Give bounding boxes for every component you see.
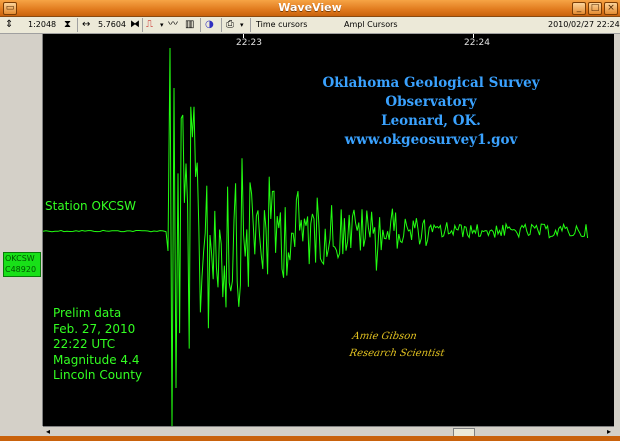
signature: Amie Gibson Research Scientist: [348, 328, 449, 362]
station-id: C48920: [5, 265, 37, 274]
filter-icon[interactable]: ⎍: [146, 19, 153, 31]
span-value: 5.7604: [98, 20, 126, 29]
prelim-line: Prelim data: [53, 306, 122, 320]
seismogram-plot[interactable]: Station OKCSW Oklahoma Geological Survey…: [43, 48, 614, 426]
ogs-url: www.okgeosurvey1.gov: [344, 132, 518, 148]
prelim-line: Lincoln County: [53, 368, 143, 382]
waveform-icon[interactable]: 〰: [168, 19, 178, 31]
signature-title: Research Scientist: [348, 348, 446, 359]
horizontal-arrows-icon[interactable]: ↔: [82, 19, 90, 31]
traces-icon[interactable]: ▥: [185, 19, 194, 31]
time-axis: 22:23 22:24: [43, 34, 614, 48]
window-title: WaveView: [278, 1, 342, 14]
station-code: OKCSW: [5, 254, 35, 263]
toolbar-separator: [221, 18, 222, 32]
ogs-line: Observatory: [385, 94, 477, 110]
zoom-horizontal-icon[interactable]: ⧓: [130, 19, 140, 31]
station-panel: OKCSW C48920: [0, 34, 43, 426]
prelim-line: 22:22 UTC: [53, 337, 116, 351]
ogs-line: Oklahoma Geological Survey: [322, 75, 540, 91]
axis-tick-label: 22:24: [464, 38, 490, 48]
minimize-icon[interactable]: _: [572, 2, 586, 15]
title-bar: ▭ WaveView _ □ ×: [0, 0, 620, 17]
scale-value: 1:2048: [28, 20, 57, 29]
dropdown-arrow-icon[interactable]: ▾: [160, 19, 164, 31]
print-dropdown-icon[interactable]: ▾: [240, 19, 244, 31]
toolbar-separator: [77, 18, 78, 32]
ampl-cursors-label[interactable]: Ampl Cursors: [344, 20, 398, 29]
axis-tick-label: 22:23: [236, 38, 262, 48]
toolbar-separator: [250, 18, 251, 32]
print-icon[interactable]: ⎙: [226, 19, 234, 31]
maximize-icon[interactable]: □: [588, 2, 602, 15]
cursor-tool-icon[interactable]: ◑: [205, 19, 214, 31]
prelim-line: Feb. 27, 2010: [53, 321, 136, 336]
ogs-line: Leonard, OK.: [381, 113, 481, 129]
signature-name: Amie Gibson: [351, 331, 418, 342]
prelim-caption: Prelim data Feb. 27, 2010 22:22 UTC Magn…: [53, 306, 142, 384]
datetime-readout: 2010/02/27 22:24:33: [548, 20, 620, 29]
station-tag[interactable]: OKCSW C48920: [3, 252, 41, 277]
prelim-line: Magnitude 4.4: [53, 352, 140, 367]
toolbar-separator: [142, 18, 143, 32]
vertical-scale-arrows-icon[interactable]: ⇕: [5, 19, 13, 31]
station-label: Station OKCSW: [45, 199, 136, 213]
toolbar-separator: [200, 18, 201, 32]
zoom-vertical-icon[interactable]: ⧗: [64, 19, 71, 31]
close-icon[interactable]: ×: [604, 2, 618, 15]
time-cursors-label[interactable]: Time cursors: [256, 20, 307, 29]
observatory-caption: Oklahoma Geological Survey Observatory L…: [311, 74, 551, 150]
window-bottom-border: [0, 436, 620, 441]
toolbar: ⇕ 1:2048 ⧗ ↔ 5.7604 ⧓ ⎍ ▾ 〰 ▥ ◑ ⎙ ▾ Time…: [0, 17, 620, 34]
